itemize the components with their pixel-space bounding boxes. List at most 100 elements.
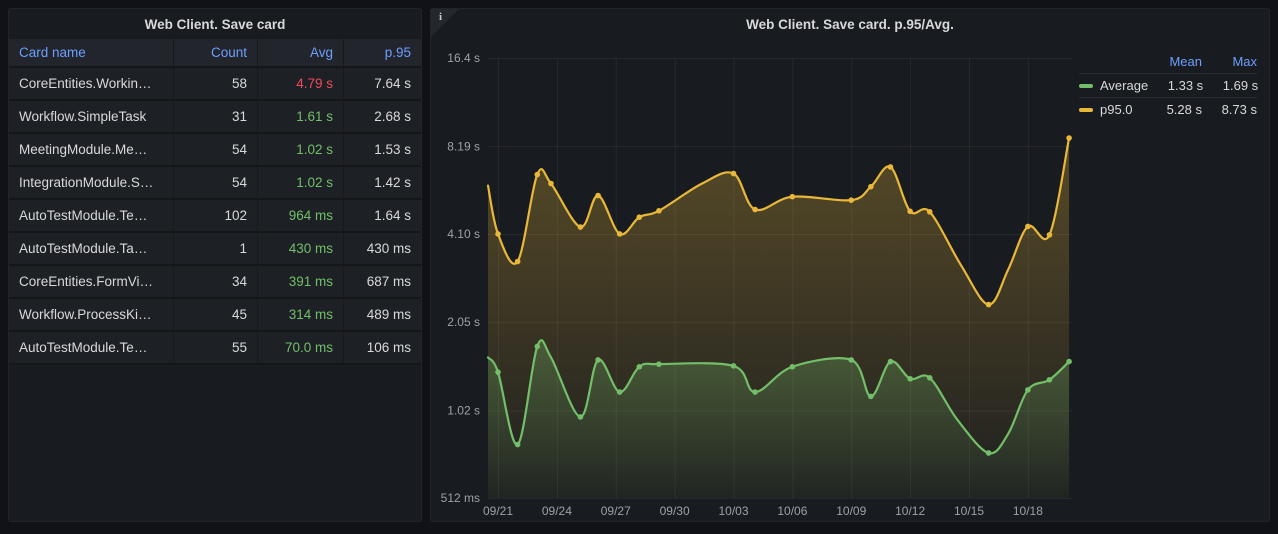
data-point [548,181,554,187]
legend-mean-value: 1.33 s [1148,78,1203,93]
data-point [515,259,521,265]
data-point [637,364,643,370]
cell-avg: 1.02 s [258,134,344,167]
data-point [1047,232,1053,238]
svg-text:09/27: 09/27 [601,504,631,518]
svg-text:1.02 s: 1.02 s [447,404,480,418]
column-header-count[interactable]: Count [174,39,258,68]
svg-text:09/30: 09/30 [660,504,690,518]
data-point [752,207,758,213]
cell-p95: 7.64 s [344,68,421,101]
legend-column-max: Max [1202,54,1257,69]
table-row: CoreEntities.FormVi…34391 ms687 ms [9,266,421,299]
svg-text:512 ms: 512 ms [441,491,480,505]
data-point [868,184,874,190]
data-point [790,364,796,370]
cell-count: 58 [174,68,258,101]
data-point [656,361,662,367]
cell-count: 54 [174,134,258,167]
column-header-avg[interactable]: Avg [258,39,344,68]
legend-max-value: 8.73 s [1202,102,1257,117]
data-point [534,344,540,350]
cell-p95: 106 ms [344,332,421,365]
cell-card-name: Workflow.ProcessKi… [9,299,174,332]
table-row: AutoTestModule.Te…102964 ms1.64 s [9,200,421,233]
table-panel-title[interactable]: Web Client. Save card [9,9,421,39]
cell-card-name: MeetingModule.Me… [9,134,174,167]
cell-card-name: CoreEntities.FormVi… [9,266,174,299]
cell-count: 31 [174,101,258,134]
chart-panel: i Web Client. Save card. p.95/Avg. 16.4 … [430,8,1270,522]
svg-text:4.10 s: 4.10 s [447,227,480,241]
y-axis-labels: 16.4 s 8.19 s 4.10 s 2.05 s 1.02 s 512 ms [441,51,480,505]
table-header-row: Card nameCountAvgp.95 [9,39,421,68]
data-point [1066,135,1072,141]
svg-text:16.4 s: 16.4 s [447,51,480,65]
legend-series-swatch [1079,108,1093,112]
data-point [752,389,758,395]
data-point [578,414,584,420]
legend-series-label[interactable]: p95.0 [1079,102,1147,117]
legend-series-name: Average [1100,78,1148,93]
table-row: MeetingModule.Me…541.02 s1.53 s [9,134,421,167]
chart-legend: MeanMaxAverage1.33 s1.69 sp95.05.28 s8.7… [1079,49,1257,121]
cell-p95: 430 ms [344,233,421,266]
cell-p95: 2.68 s [344,101,421,134]
svg-text:10/03: 10/03 [718,504,748,518]
column-header-card-name[interactable]: Card name [9,39,174,68]
cell-card-name: AutoTestModule.Te… [9,200,174,233]
data-point [1047,377,1053,383]
data-point [790,194,796,200]
data-point [986,302,992,308]
legend-header-row: MeanMax [1079,49,1257,73]
cell-card-name: AutoTestModule.Te… [9,332,174,365]
data-point [731,363,737,369]
data-point [1025,224,1031,230]
legend-mean-value: 5.28 s [1147,102,1202,117]
data-point [578,224,584,230]
svg-text:10/06: 10/06 [777,504,807,518]
svg-text:10/12: 10/12 [895,504,925,518]
cell-count: 102 [174,200,258,233]
svg-text:10/09: 10/09 [836,504,866,518]
cell-avg: 1.61 s [258,101,344,134]
cell-count: 45 [174,299,258,332]
x-axis-labels: 09/2109/2409/2709/3010/0310/0610/0910/12… [483,504,1043,518]
legend-column-mean: Mean [1147,54,1202,69]
info-icon[interactable]: i [439,11,442,23]
legend-series-label[interactable]: Average [1079,78,1148,93]
data-point [534,172,540,178]
table-row: AutoTestModule.Te…5570.0 ms106 ms [9,332,421,365]
data-point [888,164,894,170]
svg-text:09/21: 09/21 [483,504,513,518]
svg-text:2.05 s: 2.05 s [447,315,480,329]
data-point [637,214,643,220]
panel-info-corner[interactable] [431,9,459,37]
data-point [986,450,992,456]
cell-avg: 314 ms [258,299,344,332]
card-table: Card nameCountAvgp.95CoreEntities.Workin… [9,39,421,365]
column-header-p-95[interactable]: p.95 [344,39,421,68]
cell-p95: 1.42 s [344,167,421,200]
data-point [927,209,933,215]
cell-avg: 1.02 s [258,167,344,200]
data-point [927,375,933,381]
table-row: AutoTestModule.Ta…1430 ms430 ms [9,233,421,266]
cell-avg: 4.79 s [258,68,344,101]
cell-avg: 70.0 ms [258,332,344,365]
cell-p95: 1.53 s [344,134,421,167]
data-point [595,357,601,363]
table-row: IntegrationModule.S…541.02 s1.42 s [9,167,421,200]
data-point [888,359,894,365]
data-point [595,193,601,199]
data-point [868,394,874,400]
data-point [1025,387,1031,393]
data-point [1066,359,1072,365]
data-point [907,376,913,382]
svg-text:8.19 s: 8.19 s [447,139,480,153]
data-point [731,171,737,177]
cell-card-name: IntegrationModule.S… [9,167,174,200]
cell-count: 55 [174,332,258,365]
chart-panel-title[interactable]: Web Client. Save card. p.95/Avg. [431,9,1269,39]
cell-p95: 687 ms [344,266,421,299]
